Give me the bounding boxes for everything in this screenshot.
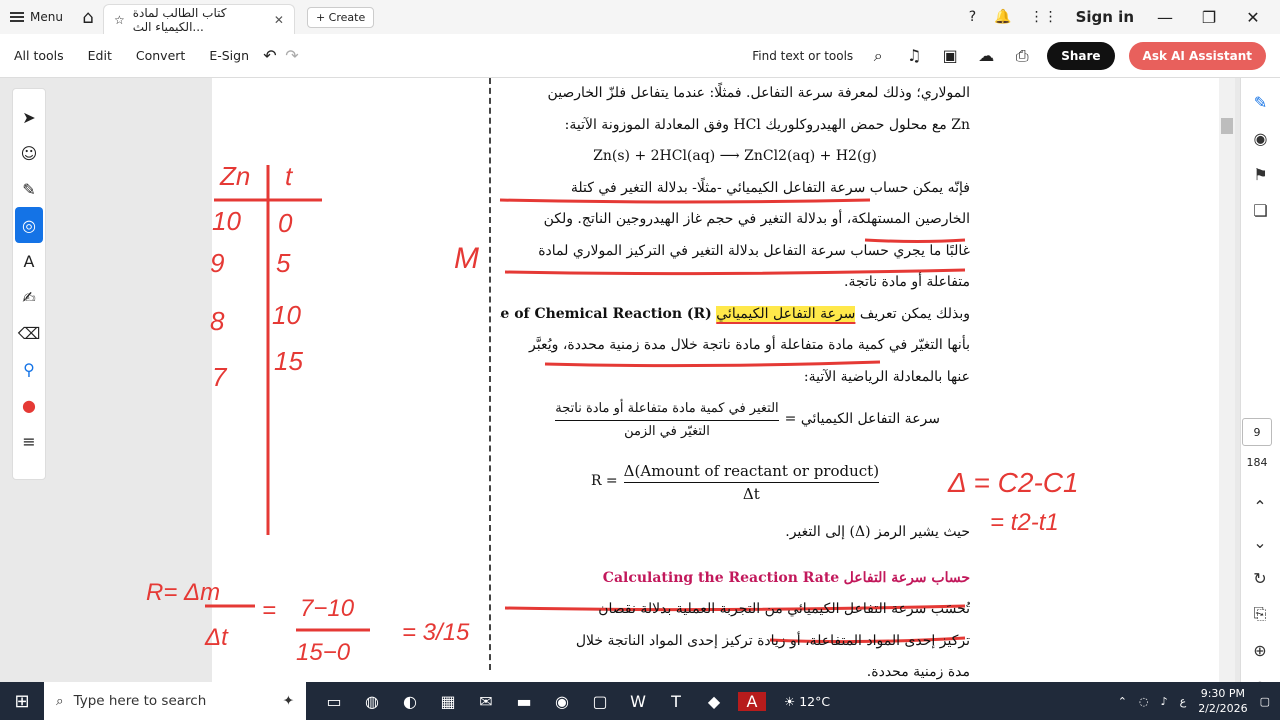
highlight-icon[interactable]: ✎ — [13, 171, 45, 207]
app-icon[interactable]: ◆ — [700, 692, 728, 711]
main-toolbar: All tools Edit Convert E-Sign ↶ ↷ Find t… — [0, 34, 1280, 78]
store-icon[interactable]: ▦ — [434, 692, 462, 711]
minimize-icon[interactable]: — — [1152, 8, 1178, 27]
windows-taskbar: ⊞ ⌕ Type here to search ✦ ▭ ◍ ◐ ▦ ✉ ▬ ◉ ▢ … — [0, 682, 1280, 720]
edge-icon[interactable]: ◐ — [396, 692, 424, 711]
weather-widget[interactable]: ☀ 12°C — [784, 694, 830, 709]
arabic-fraction: سرعة التفاعل الكيميائي = التغير في كمية … — [500, 393, 970, 447]
sparkle-icon: ✦ — [282, 693, 294, 709]
pin-icon[interactable]: ⚲ — [13, 351, 45, 387]
text-line: فإنّه يمكن حساب سرعة التفاعل الكيميائي -… — [570, 179, 970, 196]
more-icon[interactable]: ≡ — [13, 423, 45, 459]
save-icon[interactable]: ▣ — [939, 46, 961, 65]
volume-icon[interactable]: ♪ — [1161, 695, 1168, 708]
keyboard-language[interactable]: ع — [1180, 695, 1187, 708]
bookmark-icon[interactable]: ⚑ — [1241, 156, 1280, 192]
draw-icon[interactable]: ◎ — [15, 207, 43, 243]
page-number-input[interactable]: 9 — [1242, 418, 1272, 446]
chrome-icon[interactable]: ◉ — [548, 692, 576, 711]
search-icon[interactable]: ⌕ — [867, 46, 889, 66]
task-view-icon[interactable]: ▭ — [320, 692, 348, 711]
mail-icon[interactable]: ✉ — [472, 692, 500, 711]
fill-sign-icon[interactable]: ✍ — [13, 279, 45, 315]
eraser-icon[interactable]: ⌫ — [13, 315, 45, 351]
edit-menu[interactable]: Edit — [88, 48, 112, 63]
convert-menu[interactable]: Convert — [136, 48, 185, 63]
edit-pdf-icon[interactable]: ✎ — [1241, 84, 1280, 120]
teams-icon[interactable]: T — [662, 692, 690, 711]
scrollbar-thumb[interactable] — [1221, 118, 1233, 134]
headphones-icon[interactable]: ♫ — [903, 46, 925, 65]
copilot-icon[interactable]: ◍ — [358, 692, 386, 711]
page-count: 184 — [1246, 456, 1268, 469]
create-button[interactable]: + Create — [306, 6, 375, 28]
document-tab[interactable]: ☆ كتاب الطالب لمادة الكيمياء الث... ✕ — [102, 4, 295, 34]
text-line: عنها بالمعادلة الرياضية الآتية: — [803, 368, 970, 385]
apps-icon[interactable]: ⋮⋮ — [1030, 9, 1058, 25]
text-box-icon[interactable]: A — [13, 243, 45, 279]
fit-page-icon[interactable]: ⎘ — [1240, 596, 1280, 632]
print-icon[interactable]: ⎙ — [1011, 46, 1033, 66]
tray-chevron-icon[interactable]: ⌃ — [1118, 695, 1127, 708]
select-icon[interactable]: ➤ — [13, 99, 45, 135]
text-line: غالبًا ما يجري حساب سرعة التفاعل بدلالة … — [538, 242, 970, 259]
home-icon[interactable]: ⌂ — [73, 7, 103, 28]
highlighted-term: سرعة التفاعل الكيميائي — [716, 305, 856, 322]
definition-line: وبذلك يمكن تعريف سرعة التفاعل الكيميائي … — [500, 305, 970, 322]
vertical-scrollbar[interactable] — [1219, 78, 1235, 682]
sign-in-button[interactable]: Sign in — [1076, 8, 1134, 26]
rotate-icon[interactable]: ↻ — [1240, 560, 1280, 596]
star-icon[interactable]: ☆ — [114, 13, 125, 27]
chemical-equation: Zn(s) + 2HCl(aq) ⟶ ZnCl2(aq) + H2(g) — [593, 148, 877, 164]
search-icon: ⌕ — [56, 693, 64, 709]
pages-icon[interactable]: ❏ — [1241, 192, 1280, 228]
restore-icon[interactable]: ❐ — [1196, 8, 1222, 27]
all-tools-menu[interactable]: All tools — [14, 48, 64, 63]
next-page-icon[interactable]: ⌄ — [1240, 524, 1280, 560]
prev-page-icon[interactable]: ⌃ — [1240, 488, 1280, 524]
windows-start-icon[interactable]: ⊞ — [0, 691, 44, 712]
document-text: المولاري؛ وذلك لمعرفة سرعة التفاعل. فمثل… — [500, 78, 970, 689]
text-line: حيث يشير الرمز (Δ) إلى التغير. — [785, 524, 970, 540]
text-line: Zn مع محلول حمض الهيدروكلوريك HCl وفق ال… — [564, 116, 970, 133]
undo-icon[interactable]: ↶ — [259, 46, 281, 65]
acrobat-icon[interactable]: A — [738, 691, 766, 711]
text-line: المولاري؛ وذلك لمعرفة سرعة التفاعل. فمثل… — [547, 85, 970, 101]
text-line: بأنها التغيّر في كمية مادة متفاعلة أو ما… — [529, 337, 970, 353]
notification-icon[interactable]: ▢ — [1260, 695, 1270, 708]
text-line: تركيز إحدى المواد المتفاعلة، أو زيادة تر… — [575, 632, 970, 649]
text-line: متفاعلة أو مادة ناتجة. — [844, 274, 970, 290]
color-icon[interactable]: ● — [13, 387, 45, 423]
comments-icon[interactable]: ◉ — [1241, 120, 1280, 156]
page-controls: ⌃ ⌄ ↻ ⎘ ⊕ ⊖ — [1240, 488, 1280, 704]
network-icon[interactable]: ◌ — [1139, 695, 1149, 708]
annotation-toolbar: ➤ ☺ ✎ ◎ A ✍ ⌫ ⚲ ● ≡ — [12, 88, 46, 480]
upload-icon[interactable]: ☁ — [975, 46, 997, 65]
close-window-icon[interactable]: ✕ — [1240, 8, 1266, 27]
find-tools[interactable]: Find text or tools — [752, 49, 853, 63]
title-bar: Menu ⌂ ☆ كتاب الطالب لمادة الكيمياء الث..… — [0, 0, 1280, 34]
zoom-in-icon[interactable]: ⊕ — [1240, 632, 1280, 668]
share-button[interactable]: Share — [1047, 41, 1115, 70]
redo-icon[interactable]: ↷ — [281, 46, 303, 65]
text-line: تُحسَب سرعة التفاعل الكيميائي من التجربة… — [598, 601, 970, 617]
camera-icon[interactable]: ▢ — [586, 692, 614, 711]
help-icon[interactable]: ? — [969, 9, 976, 25]
bell-icon[interactable]: 🔔 — [994, 9, 1011, 25]
esign-menu[interactable]: E-Sign — [209, 48, 249, 63]
close-tab-icon[interactable]: ✕ — [274, 13, 284, 27]
rate-equation: R = Δ(Amount of reactant or product) Δt — [590, 461, 880, 503]
menu-button[interactable]: Menu — [0, 0, 73, 34]
ai-assistant-button[interactable]: Ask AI Assistant — [1128, 41, 1266, 70]
explorer-icon[interactable]: ▬ — [510, 692, 538, 711]
comment-icon[interactable]: ☺ — [13, 135, 45, 171]
clock[interactable]: 9:30 PM 2/2/2026 — [1198, 686, 1247, 716]
tab-title: كتاب الطالب لمادة الكيمياء الث... — [132, 5, 227, 34]
section-heading: حساب سرعة التفاعل Calculating the Reacti… — [602, 569, 970, 586]
text-line: الخارصين المستهلكة، أو بدلالة التغير في … — [543, 211, 970, 227]
menu-icon — [10, 10, 24, 24]
column-divider — [489, 78, 491, 670]
word-icon[interactable]: W — [624, 692, 652, 711]
taskbar-search[interactable]: ⌕ Type here to search ✦ — [44, 682, 306, 720]
